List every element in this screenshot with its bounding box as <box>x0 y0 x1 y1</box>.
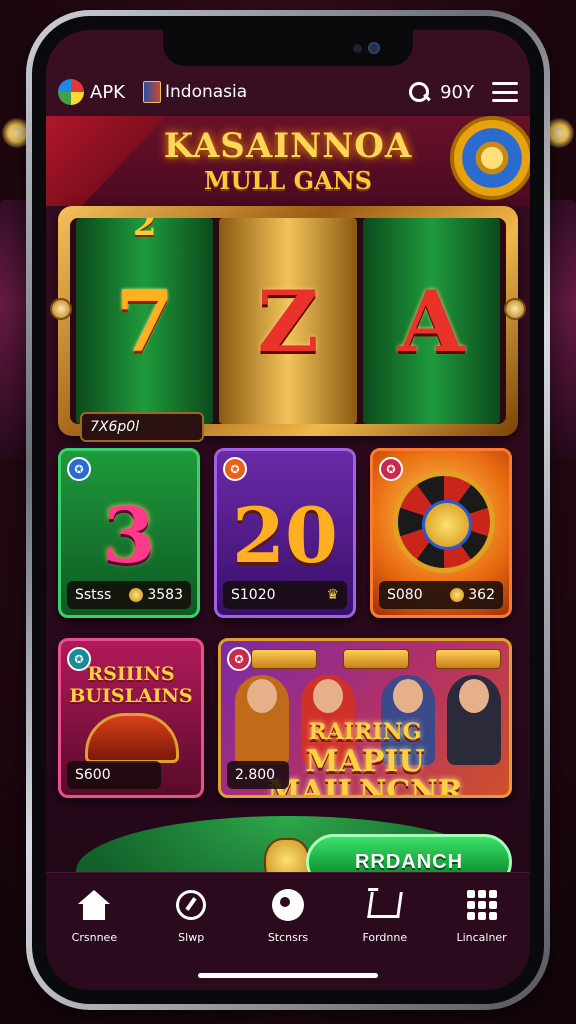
tab-store[interactable]: Fordnne <box>340 887 430 944</box>
menu-icon[interactable] <box>492 82 518 102</box>
game-tile-1-value-wrap: 3583 <box>129 587 183 603</box>
slot-reels: 2 7 Z A <box>70 218 506 424</box>
reel-1: 2 7 <box>76 218 214 424</box>
region-label[interactable]: Indonasia <box>165 82 247 102</box>
game-tile-5[interactable]: ✪ RAIRING MAPIU MAILNCNR 2.800 <box>218 638 512 798</box>
tab-spin[interactable]: Slwp <box>146 887 236 944</box>
game-tile-3-name: S080 <box>387 587 423 603</box>
reel-1-top-symbol: 2 <box>132 218 157 244</box>
game-tile-4-name: S600 <box>75 767 111 783</box>
tab-search[interactable]: Stcnsrs <box>243 887 333 944</box>
bottom-tab-bar: Crsnnee Slwp Stcnsrs Fordnne Lincalner <box>46 872 530 990</box>
reel-3: A <box>362 218 500 424</box>
game-tile-4[interactable]: ✪ RSIIINS BUISLAINS S600 <box>58 638 204 798</box>
spin-icon <box>176 890 207 920</box>
game-tile-1-footer: Sstss 3583 <box>67 581 191 609</box>
game-tile-2-footer: S1020 ♛ <box>223 581 347 609</box>
app-screen: APK Indonasia 90Y KASAINNOA MULL GANS 2 … <box>46 30 530 990</box>
sensor-icon <box>353 44 362 53</box>
tab-search-label: Stcnsrs <box>267 931 309 944</box>
lens-icon <box>271 889 304 921</box>
game-badge-icon: ✪ <box>223 457 247 481</box>
reel-3-symbol: A <box>398 271 464 371</box>
game-tile-3-value: 362 <box>468 587 495 603</box>
flag-icon <box>142 81 161 103</box>
game-badge-icon: ✪ <box>227 647 251 671</box>
tag-banner <box>251 649 317 669</box>
cart-icon <box>366 892 403 918</box>
slot-frame: 2 7 Z A <box>58 206 518 436</box>
game-tile-1-number: 3 <box>102 491 156 580</box>
game-tile-1[interactable]: ✪ 3 Sstss 3583 <box>58 448 200 618</box>
tag-banner <box>435 649 501 669</box>
game-tile-2-name: S1020 <box>231 587 276 603</box>
frame-knob-icon <box>504 298 526 320</box>
game-tile-2[interactable]: ✪ 20 S1020 ♛ <box>214 448 356 618</box>
crown-icon: ♛ <box>326 587 339 603</box>
wheel-of-fortune-icon <box>450 116 530 200</box>
tab-more[interactable]: Lincalner <box>437 887 527 944</box>
tab-spin-label: Slwp <box>178 931 205 944</box>
game-badge-icon: ✪ <box>67 457 91 481</box>
phone-bezel: APK Indonasia 90Y KASAINNOA MULL GANS 2 … <box>32 16 544 1004</box>
reel-2-symbol: Z <box>257 271 319 371</box>
notch <box>163 30 413 66</box>
tag-banner <box>343 649 409 669</box>
game-tile-1-name: Sstss <box>75 587 112 603</box>
phone-frame: APK Indonasia 90Y KASAINNOA MULL GANS 2 … <box>26 10 550 1010</box>
tab-home[interactable]: Crsnnee <box>49 887 139 944</box>
game-tile-3[interactable]: ✪ S080 362 <box>370 448 512 618</box>
coin-icon <box>450 588 465 602</box>
tab-more-label: Lincalner <box>456 931 507 944</box>
featured-slot-machine[interactable]: 2 7 Z A 7X6p0l <box>50 206 526 442</box>
brand[interactable]: APK <box>58 79 125 105</box>
camera-icon <box>368 42 380 54</box>
game-tile-3-value-wrap: 362 <box>450 587 495 603</box>
roulette-wheel-icon <box>393 471 495 573</box>
search-icon[interactable] <box>408 81 430 103</box>
game-badge-icon: ✪ <box>379 457 403 481</box>
game-tile-4-footer: S600 <box>67 761 161 789</box>
promo-banner[interactable]: KASAINNOA MULL GANS <box>46 116 530 206</box>
tab-home-label: Crsnnee <box>71 931 118 944</box>
game-tile-2-number: 20 <box>232 491 338 580</box>
balance-label: 90Y <box>440 81 474 103</box>
game-tile-5-overlay: RAIRING <box>308 719 422 745</box>
reel-1-symbol: 7 <box>115 271 174 371</box>
game-tile-5-name: 2.800 <box>235 767 276 783</box>
game-tile-3-footer: S080 362 <box>379 581 503 609</box>
coin-icon <box>129 588 144 602</box>
tab-store-label: Fordnne <box>362 931 408 944</box>
brand-name: APK <box>90 81 125 103</box>
game-tile-4-title: RSIIINS BUISLAINS <box>69 663 193 707</box>
game-tile-1-value: 3583 <box>147 587 183 603</box>
grid-icon <box>466 890 497 920</box>
game-tile-5-footer: 2.800 <box>227 761 289 789</box>
home-icon <box>78 890 111 920</box>
treasure-chest-icon <box>85 713 179 763</box>
frame-knob-icon <box>50 298 72 320</box>
home-indicator[interactable] <box>198 973 378 978</box>
app-header: APK Indonasia 90Y <box>58 74 518 110</box>
brand-logo-icon <box>58 79 84 105</box>
slot-label: 7X6p0l <box>80 412 204 442</box>
reel-2: Z <box>219 218 357 424</box>
tile-tags <box>251 649 501 669</box>
